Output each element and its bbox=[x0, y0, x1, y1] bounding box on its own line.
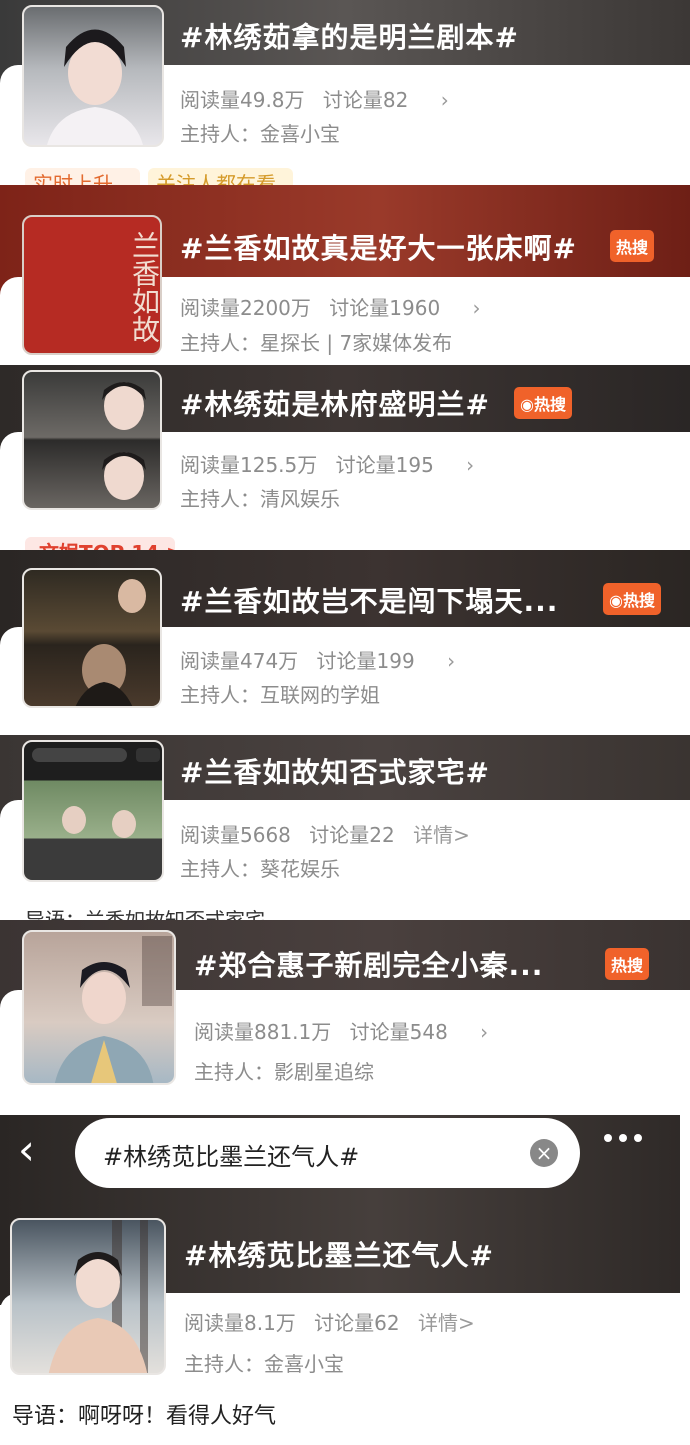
host-label: 主持人： bbox=[184, 1352, 264, 1376]
host-name[interactable]: 互联网的学姐 bbox=[260, 683, 380, 707]
host-label: 主持人： bbox=[194, 1060, 274, 1084]
topic-stats: 阅读量49.8万 讨论量82 › bbox=[180, 84, 449, 113]
topic-host: 主持人：星探长 | 7家媒体发布 bbox=[180, 327, 452, 356]
topic-host: 主持人：金喜小宝 bbox=[180, 118, 340, 147]
lead-text: 啊呀呀！看得人好气 bbox=[78, 1404, 277, 1429]
discuss-count: 讨论量62 bbox=[314, 1311, 400, 1335]
search-input[interactable]: #林绣苋比墨兰还气人# × bbox=[75, 1118, 580, 1188]
clear-icon[interactable]: × bbox=[530, 1139, 558, 1167]
lead-label: 导语： bbox=[12, 1404, 79, 1429]
read-count: 阅读量8.1万 bbox=[184, 1311, 296, 1335]
still-image bbox=[75, 579, 146, 706]
topic-host: 主持人：影剧星追综 bbox=[194, 1056, 374, 1085]
back-arrow-icon[interactable]: ‹ bbox=[18, 1125, 35, 1174]
chevron-right-icon[interactable]: › bbox=[441, 88, 449, 112]
topic-thumbnail[interactable] bbox=[22, 5, 164, 147]
host-label: 主持人： bbox=[180, 122, 260, 146]
host-name[interactable]: 星探长 | 7家媒体发布 bbox=[260, 331, 452, 355]
flame-icon: ◉ bbox=[520, 395, 534, 414]
hot-badge: ◉热搜 bbox=[514, 387, 572, 419]
topic-card-2[interactable]: 兰香如故 #兰香如故真是好大一张床啊# 热搜 阅读量2200万 讨论量1960 … bbox=[0, 185, 690, 365]
discuss-count: 讨论量199 bbox=[316, 649, 415, 673]
topic-title[interactable]: #兰香如故岂不是闯下塌天... bbox=[180, 580, 558, 620]
still-image bbox=[102, 382, 146, 500]
topic-card-5[interactable]: 导语：兰香如故知否式家宅 #兰香如故知否式家宅# 阅读量5668 讨论量22 详… bbox=[0, 735, 690, 920]
details-link[interactable]: 详情> bbox=[418, 1311, 475, 1335]
badge-label: 热搜 bbox=[533, 395, 566, 414]
flame-icon: ◉ bbox=[609, 591, 623, 610]
host-label: 主持人： bbox=[180, 683, 260, 707]
topic-stats: 阅读量881.1万 讨论量548 › bbox=[194, 1016, 488, 1045]
read-count: 阅读量5668 bbox=[180, 823, 291, 847]
topic-stats: 阅读量125.5万 讨论量195 › bbox=[180, 449, 474, 478]
more-menu-icon[interactable] bbox=[604, 1134, 642, 1142]
topic-thumbnail[interactable]: 兰香如故 bbox=[22, 215, 162, 355]
read-count: 阅读量881.1万 bbox=[194, 1020, 332, 1044]
host-label: 主持人： bbox=[180, 487, 260, 511]
host-name[interactable]: 金喜小宝 bbox=[260, 122, 340, 146]
topic-card-4[interactable]: #兰香如故岂不是闯下塌天... ◉热搜 阅读量474万 讨论量199 › 主持人… bbox=[0, 550, 690, 735]
discuss-count: 讨论量195 bbox=[335, 453, 434, 477]
chevron-right-icon[interactable]: › bbox=[480, 1020, 488, 1044]
tag-chip-follow[interactable]: 关注人都在看 bbox=[148, 168, 293, 185]
search-query: #林绣苋比墨兰还气人# bbox=[103, 1143, 360, 1171]
discuss-count: 讨论量548 bbox=[349, 1020, 448, 1044]
topic-host: 主持人：葵花娱乐 bbox=[180, 853, 340, 882]
discuss-count: 讨论量82 bbox=[322, 88, 409, 112]
details-link[interactable]: 详情> bbox=[413, 823, 470, 847]
topic-stats: 阅读量8.1万 讨论量62 详情> bbox=[184, 1307, 475, 1336]
read-count: 阅读量49.8万 bbox=[180, 88, 305, 112]
topic-thumbnail[interactable] bbox=[22, 740, 164, 882]
badge-label: 热搜 bbox=[622, 591, 655, 610]
chevron-right-icon[interactable]: › bbox=[466, 453, 474, 477]
host-name[interactable]: 金喜小宝 bbox=[264, 1352, 344, 1376]
topic-thumbnail[interactable] bbox=[10, 1218, 166, 1375]
read-count: 阅读量2200万 bbox=[180, 296, 311, 320]
topic-host: 主持人：互联网的学姐 bbox=[180, 679, 380, 708]
ranking-chip[interactable]: 文娱TOP 14 > bbox=[25, 537, 175, 550]
topic-card-6[interactable]: #郑合惠子新剧完全小秦... 热搜 阅读量881.1万 讨论量548 › 主持人… bbox=[0, 920, 690, 1115]
hot-badge: 热搜 bbox=[605, 948, 650, 980]
page: { "cards": [ {"title":"#林绣茹拿的是明兰剧本#","re… bbox=[0, 0, 690, 1445]
screenshot-image bbox=[32, 748, 160, 838]
host-name[interactable]: 清风娱乐 bbox=[260, 487, 340, 511]
host-name[interactable]: 葵花娱乐 bbox=[260, 857, 340, 881]
poster-calligraphy: 兰香如故 bbox=[128, 231, 161, 343]
topic-title[interactable]: #郑合惠子新剧完全小秦... bbox=[194, 944, 543, 984]
chevron-right-icon[interactable]: › bbox=[473, 296, 481, 320]
portrait-image bbox=[48, 1220, 148, 1373]
chevron-right-icon[interactable]: › bbox=[447, 649, 455, 673]
read-count: 阅读量125.5万 bbox=[180, 453, 318, 477]
host-label: 主持人： bbox=[180, 857, 260, 881]
hot-badge: ◉热搜 bbox=[603, 583, 661, 615]
host-label: 主持人： bbox=[180, 331, 260, 355]
topic-thumbnail[interactable] bbox=[22, 930, 176, 1085]
topic-thumbnail[interactable] bbox=[22, 370, 162, 510]
host-name[interactable]: 影剧星追综 bbox=[274, 1060, 374, 1084]
topic-stats: 阅读量474万 讨论量199 › bbox=[180, 645, 455, 674]
topic-card-1[interactable]: 实时上升 关注人都在看 #林绣茹拿的是明兰剧本# 阅读量49.8万 讨论量82 … bbox=[0, 0, 690, 185]
topic-stats: 阅读量2200万 讨论量1960 › bbox=[180, 292, 481, 321]
read-count: 阅读量474万 bbox=[180, 649, 299, 673]
tag-chip-rising[interactable]: 实时上升 bbox=[25, 168, 140, 185]
topic-title[interactable]: #林绣茹拿的是明兰剧本# bbox=[180, 16, 519, 56]
topic-thumbnail[interactable] bbox=[22, 568, 162, 708]
topic-title[interactable]: #林绣苋比墨兰还气人# bbox=[184, 1234, 494, 1274]
topic-title[interactable]: #兰香如故知否式家宅# bbox=[180, 751, 490, 791]
poster-image bbox=[54, 936, 172, 1083]
discuss-count: 讨论量22 bbox=[309, 823, 395, 847]
topic-card-3[interactable]: 文娱TOP 14 > #林绣茹是林府盛明兰# ◉热搜 阅读量125.5万 讨论量… bbox=[0, 365, 690, 550]
portrait-image bbox=[47, 29, 143, 145]
topic-stats: 阅读量5668 讨论量22 详情> bbox=[180, 819, 470, 848]
lead-intro: 导语：啊呀呀！看得人好气 bbox=[12, 1398, 276, 1430]
topic-host: 主持人：清风娱乐 bbox=[180, 483, 340, 512]
hot-badge: 热搜 bbox=[610, 230, 655, 262]
discuss-count: 讨论量1960 bbox=[329, 296, 441, 320]
topic-title[interactable]: #林绣茹是林府盛明兰# bbox=[180, 383, 490, 423]
topic-host: 主持人：金喜小宝 bbox=[184, 1348, 344, 1377]
lead-text-peek: 导语：兰香如故知否式家宅 bbox=[25, 908, 265, 920]
topic-title[interactable]: #兰香如故真是好大一张床啊# bbox=[180, 227, 577, 267]
